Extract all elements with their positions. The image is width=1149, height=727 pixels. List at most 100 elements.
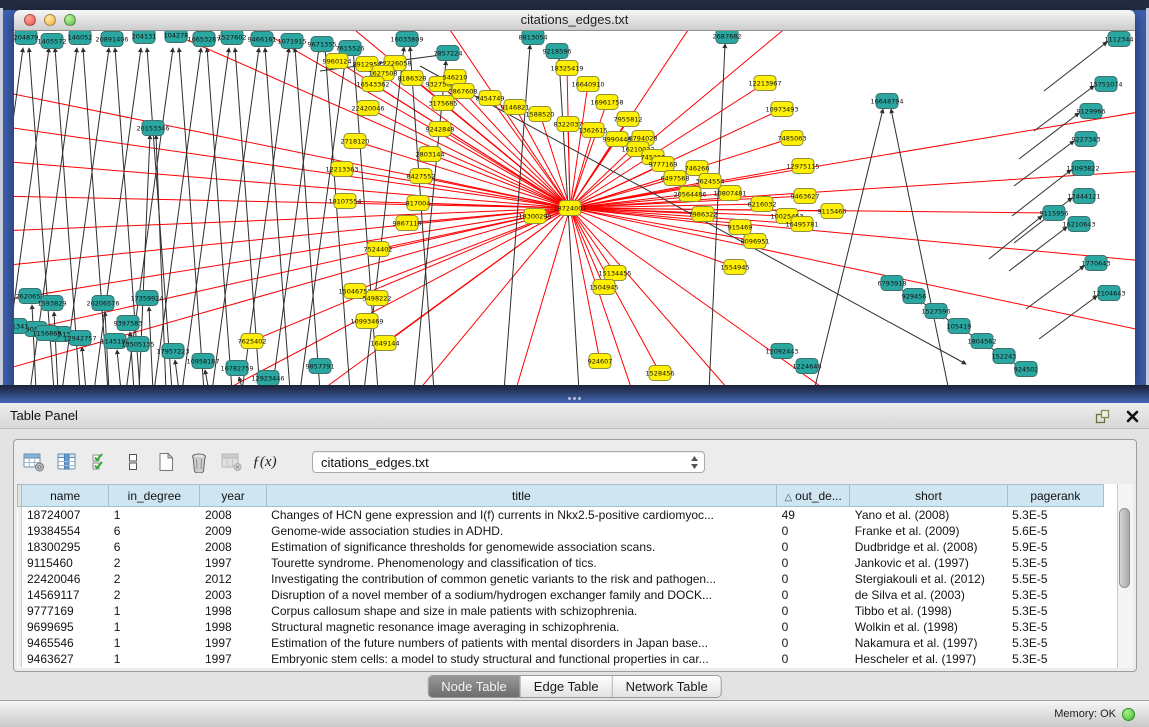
graph-node[interactable]: 9463627 (791, 189, 820, 204)
graph-node[interactable]: 7625402 (238, 334, 267, 349)
table-row[interactable]: 946362711997Embryonic stem cells: a mode… (18, 651, 1104, 667)
graph-node[interactable]: 2803144 (416, 147, 445, 162)
graph-node[interactable]: 1504945 (590, 280, 619, 295)
graph-node[interactable]: 6793918 (878, 276, 907, 291)
graph-node[interactable]: 8427552 (407, 169, 436, 184)
graph-node[interactable]: 20206576 (86, 296, 119, 311)
graph-node[interactable]: 12093822 (1066, 161, 1099, 176)
graph-node[interactable]: 1593829 (38, 296, 67, 311)
graph-node[interactable]: 7524402 (364, 242, 393, 257)
graph-node[interactable]: 12975115 (786, 159, 819, 174)
graph-node[interactable]: 7955812 (614, 112, 643, 127)
graph-node[interactable]: 546210 (443, 70, 468, 85)
graph-node[interactable]: 9242848 (426, 122, 455, 137)
graph-node[interactable]: 17359924 (130, 291, 163, 306)
graph-node[interactable]: 6497568 (661, 171, 690, 186)
network-svg[interactable]: 2048791405572146052208914062041311042781… (14, 31, 1135, 385)
column-header-in_degree[interactable]: in_degree (109, 485, 200, 507)
table-row[interactable]: 1456911722003Disruption of a novel membe… (18, 587, 1104, 603)
tab-edge-table[interactable]: Edge Table (520, 676, 612, 697)
graph-node[interactable]: 1588520 (526, 107, 555, 122)
graph-node[interactable]: 3175685 (429, 96, 458, 111)
graph-node[interactable]: 1554945 (721, 260, 750, 275)
graph-node[interactable]: 1649144 (371, 336, 400, 351)
delete-table-button[interactable] (185, 449, 212, 476)
graph-node[interactable]: 924502 (1014, 362, 1039, 377)
graph-node[interactable]: 204879 (14, 31, 38, 45)
graph-node[interactable]: 7485063 (778, 131, 807, 146)
graph-node[interactable]: 9671355 (308, 37, 337, 52)
table-row[interactable]: 1938455462009Genome-wide association stu… (18, 523, 1104, 539)
graph-node[interactable]: 915469 (728, 220, 753, 235)
table-settings-button[interactable] (20, 449, 47, 476)
graph-node[interactable]: 9115956 (1040, 206, 1069, 221)
table-row[interactable]: 969969511998Structural magnetic resonanc… (18, 619, 1104, 635)
graph-node[interactable]: 9227343 (1072, 132, 1101, 147)
import-table-button-disabled[interactable] (218, 449, 245, 476)
graph-node[interactable]: 8813054 (519, 31, 548, 45)
graph-node[interactable]: 1112344 (1105, 32, 1134, 47)
graph-node[interactable]: 20153346 (136, 121, 169, 136)
graph-node[interactable]: 8096951 (741, 234, 770, 249)
network-canvas[interactable]: 2048791405572146052208914062041311042781… (14, 31, 1135, 385)
graph-node[interactable]: 16033809 (390, 32, 423, 47)
graph-node[interactable]: 17957223 (156, 344, 189, 359)
graph-node[interactable]: 8186328 (398, 71, 427, 86)
select-all-rows-button[interactable] (86, 449, 113, 476)
graph-node[interactable]: 12213967 (748, 76, 781, 91)
graph-node[interactable]: 146052 (68, 31, 93, 45)
graph-node[interactable]: 1405572 (38, 34, 67, 49)
graph-node[interactable]: 1804562 (968, 334, 997, 349)
graph-node[interactable]: 929456 (902, 289, 927, 304)
graph-node[interactable]: 15751074 (1089, 77, 1122, 92)
column-header-title[interactable]: title (266, 485, 776, 507)
graph-node[interactable]: 16210643 (1062, 217, 1095, 232)
graph-node[interactable]: 16648794 (870, 94, 903, 109)
graph-node[interactable]: 7986322 (689, 207, 718, 222)
table-row[interactable]: 2242004622012Investigating the contribut… (18, 571, 1104, 587)
close-panel-button[interactable] (1123, 407, 1141, 425)
graph-node[interactable]: 9129966 (1077, 104, 1106, 119)
graph-node[interactable]: 6216032 (748, 197, 777, 212)
graph-node[interactable]: 1071915 (278, 34, 307, 49)
graph-node[interactable]: 1770643 (1082, 256, 1111, 271)
column-header-pagerank[interactable]: pagerank (1007, 485, 1103, 507)
graph-node[interactable]: 7857224 (434, 46, 463, 61)
float-panel-button[interactable] (1093, 407, 1111, 425)
graph-node[interactable]: 9115460 (818, 204, 847, 219)
create-table-button[interactable] (152, 449, 179, 476)
graph-node[interactable]: 9960124 (323, 54, 352, 69)
column-visibility-button[interactable] (53, 449, 80, 476)
graph-node[interactable]: 9466161 (248, 32, 277, 47)
graph-node[interactable]: 1527602 (218, 31, 247, 45)
graph-node[interactable]: 5498222 (363, 291, 392, 306)
graph-node[interactable]: 12444121 (1067, 189, 1100, 204)
graph-node[interactable]: 12092443 (765, 344, 798, 359)
graph-node[interactable]: 9857791 (306, 359, 335, 374)
column-header-name[interactable]: name (22, 485, 109, 507)
graph-node[interactable]: 204131 (132, 31, 157, 44)
graph-node[interactable]: 817004 (406, 196, 431, 211)
network-window-titlebar[interactable]: citations_edges.txt (14, 10, 1135, 31)
graph-node[interactable]: 16640910 (571, 77, 604, 92)
graph-node[interactable]: 18107554 (328, 194, 361, 209)
graph-node[interactable]: 161341 (14, 319, 28, 334)
table-row[interactable]: 1872400712008Changes of HCN gene express… (18, 507, 1104, 524)
column-header-short[interactable]: short (850, 485, 1007, 507)
scrollbar-thumb[interactable] (1119, 508, 1130, 588)
graph-node[interactable]: 9777169 (649, 157, 678, 172)
minimize-window-button[interactable] (44, 14, 56, 26)
table-source-select[interactable]: citations_edges.txt (312, 451, 705, 473)
table-row[interactable]: 911546021997Tourette syndrome. Phenomeno… (18, 555, 1104, 571)
graph-node[interactable]: 12104643 (1092, 286, 1125, 301)
table-row[interactable]: 977716911998Corpus callosum shape and si… (18, 603, 1104, 619)
splitter-handle[interactable] (566, 395, 582, 401)
row-height-button[interactable] (119, 449, 146, 476)
vertical-scrollbar[interactable] (1117, 484, 1133, 668)
graph-node[interactable]: 1224646 (793, 359, 822, 374)
graph-node[interactable]: 1156869 (33, 326, 62, 341)
tab-network-table[interactable]: Network Table (612, 676, 721, 697)
graph-node[interactable]: 10653287 (187, 32, 220, 47)
function-builder-button[interactable]: ƒ(x) (251, 449, 278, 476)
column-header-out_de[interactable]: △out_de... (777, 485, 850, 507)
